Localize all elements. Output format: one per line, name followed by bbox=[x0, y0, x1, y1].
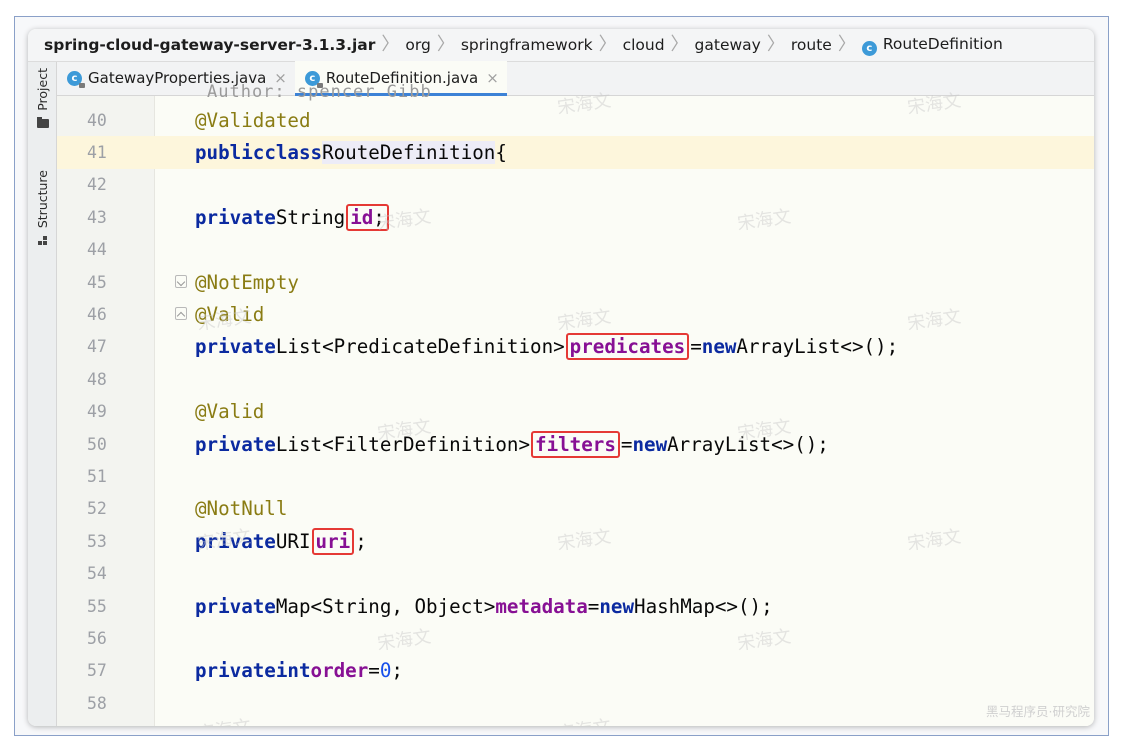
code-line-52[interactable]: 52 @NotNull bbox=[57, 493, 1094, 525]
code-line-56[interactable]: 56 bbox=[57, 622, 1094, 654]
code-text: public class RouteDefinition { bbox=[195, 141, 507, 165]
chevron-right-icon: 〉 bbox=[837, 34, 856, 55]
breadcrumb-class[interactable]: c RouteDefinition bbox=[861, 34, 1003, 56]
screenshot-frame: spring-cloud-gateway-server-3.1.3.jar 〉 … bbox=[14, 16, 1109, 736]
code-line-55[interactable]: 55 private Map<String, Object> metadata … bbox=[57, 590, 1094, 622]
line-number: 48 bbox=[87, 369, 107, 389]
line-number: 46 bbox=[87, 305, 107, 325]
breadcrumb-class-label: RouteDefinition bbox=[882, 34, 1003, 53]
line-number: 44 bbox=[87, 240, 107, 260]
code-line-45[interactable]: 45 @NotEmpty bbox=[57, 266, 1094, 298]
line-number: 43 bbox=[87, 207, 107, 227]
breadcrumb-cloud[interactable]: cloud bbox=[623, 36, 665, 54]
code-text: @NotEmpty bbox=[195, 270, 299, 294]
code-editor[interactable]: Author: spencer Gibb 40 @Validated 41 pu… bbox=[57, 82, 1094, 726]
code-text: @NotNull bbox=[195, 497, 288, 521]
structure-tool-label: Structure bbox=[35, 170, 50, 229]
breadcrumb-org[interactable]: org bbox=[405, 36, 430, 54]
code-line-42[interactable]: 42 bbox=[57, 169, 1094, 201]
code-line-57[interactable]: 57 private int order = 0; bbox=[57, 655, 1094, 687]
line-number: 45 bbox=[87, 272, 107, 292]
structure-tool-tab[interactable]: Structure bbox=[32, 170, 53, 246]
folder-icon bbox=[36, 116, 49, 128]
project-tool-label: Project bbox=[35, 68, 50, 111]
line-number: 58 bbox=[87, 693, 107, 713]
code-line-41[interactable]: 41 public class RouteDefinition { bbox=[57, 136, 1094, 169]
line-number: 41 bbox=[57, 136, 155, 169]
chevron-right-icon: 〉 bbox=[598, 34, 617, 55]
line-number: 57 bbox=[87, 661, 107, 681]
breadcrumb-jar[interactable]: spring-cloud-gateway-server-3.1.3.jar bbox=[44, 36, 375, 54]
breadcrumb-gateway[interactable]: gateway bbox=[695, 36, 761, 54]
clipped-comment-line: Author: spencer Gibb bbox=[207, 82, 432, 102]
code-line-48[interactable]: 48 bbox=[57, 363, 1094, 395]
highlight-box-uri: uri bbox=[311, 527, 355, 555]
footer-watermark: 黑马程序员·研究院 bbox=[986, 704, 1090, 719]
code-text: private Map<String, Object> metadata = n… bbox=[195, 594, 773, 618]
code-text: private int order = 0; bbox=[195, 659, 403, 683]
code-text: @Valid bbox=[195, 400, 265, 424]
fold-icon[interactable] bbox=[175, 275, 187, 288]
highlight-box-filters: filters bbox=[531, 430, 620, 458]
line-number: 53 bbox=[87, 531, 107, 551]
line-number: 55 bbox=[87, 596, 107, 616]
chevron-right-icon: 〉 bbox=[381, 34, 400, 55]
code-text: @Valid bbox=[195, 303, 265, 327]
code-line-51[interactable]: 51 bbox=[57, 460, 1094, 492]
code-line-50[interactable]: 50 private List<FilterDefinition> filters… bbox=[57, 428, 1094, 460]
highlight-box-predicates: predicates bbox=[565, 333, 690, 361]
highlight-box-id: id; bbox=[346, 203, 389, 231]
code-line-47[interactable]: 47 private List<PredicateDefinition> pred… bbox=[57, 331, 1094, 363]
line-number: 51 bbox=[87, 467, 107, 487]
line-number: 47 bbox=[87, 337, 107, 357]
code-line-49[interactable]: 49 @Valid bbox=[57, 396, 1094, 428]
breadcrumb: spring-cloud-gateway-server-3.1.3.jar 〉 … bbox=[28, 29, 1094, 62]
code-text: @Validated bbox=[195, 108, 311, 132]
line-number: 42 bbox=[87, 175, 107, 195]
code-line-46[interactable]: 46 @Valid bbox=[57, 298, 1094, 330]
class-icon: c bbox=[67, 70, 85, 88]
line-number: 56 bbox=[87, 629, 107, 649]
structure-icon bbox=[37, 236, 48, 246]
code-line-43[interactable]: 43 private String id; bbox=[57, 201, 1094, 233]
code-line-44[interactable]: 44 bbox=[57, 234, 1094, 266]
code-line-53[interactable]: 53 private URI uri; bbox=[57, 525, 1094, 557]
line-number: 40 bbox=[87, 110, 107, 130]
line-number: 52 bbox=[87, 499, 107, 519]
code-text: private List<FilterDefinition> filters = … bbox=[195, 430, 829, 458]
code-text: private List<PredicateDefinition> predica… bbox=[195, 333, 899, 361]
ide-window: spring-cloud-gateway-server-3.1.3.jar 〉 … bbox=[28, 29, 1094, 726]
line-number: 49 bbox=[87, 402, 107, 422]
breadcrumb-springframework[interactable]: springframework bbox=[461, 36, 593, 54]
tool-window-strip: Project Structure bbox=[28, 62, 57, 726]
close-icon[interactable]: × bbox=[486, 69, 499, 87]
class-icon: c bbox=[861, 40, 877, 56]
project-tool-tab[interactable]: Project bbox=[32, 68, 53, 128]
line-number: 54 bbox=[87, 564, 107, 584]
code-area[interactable]: Author: spencer Gibb 40 @Validated 41 pu… bbox=[57, 82, 1094, 726]
chevron-right-icon: 〉 bbox=[766, 34, 785, 55]
unfold-icon[interactable] bbox=[175, 307, 187, 321]
code-line-40[interactable]: 40 @Validated bbox=[57, 104, 1094, 136]
code-line-58[interactable]: 58 bbox=[57, 687, 1094, 719]
chevron-right-icon: 〉 bbox=[670, 34, 689, 55]
line-number: 50 bbox=[87, 434, 107, 454]
code-text: private String id; bbox=[195, 201, 390, 233]
code-line-54[interactable]: 54 bbox=[57, 558, 1094, 590]
chevron-right-icon: 〉 bbox=[436, 34, 455, 55]
breadcrumb-route[interactable]: route bbox=[791, 36, 832, 54]
code-text: private URI uri; bbox=[195, 527, 367, 555]
